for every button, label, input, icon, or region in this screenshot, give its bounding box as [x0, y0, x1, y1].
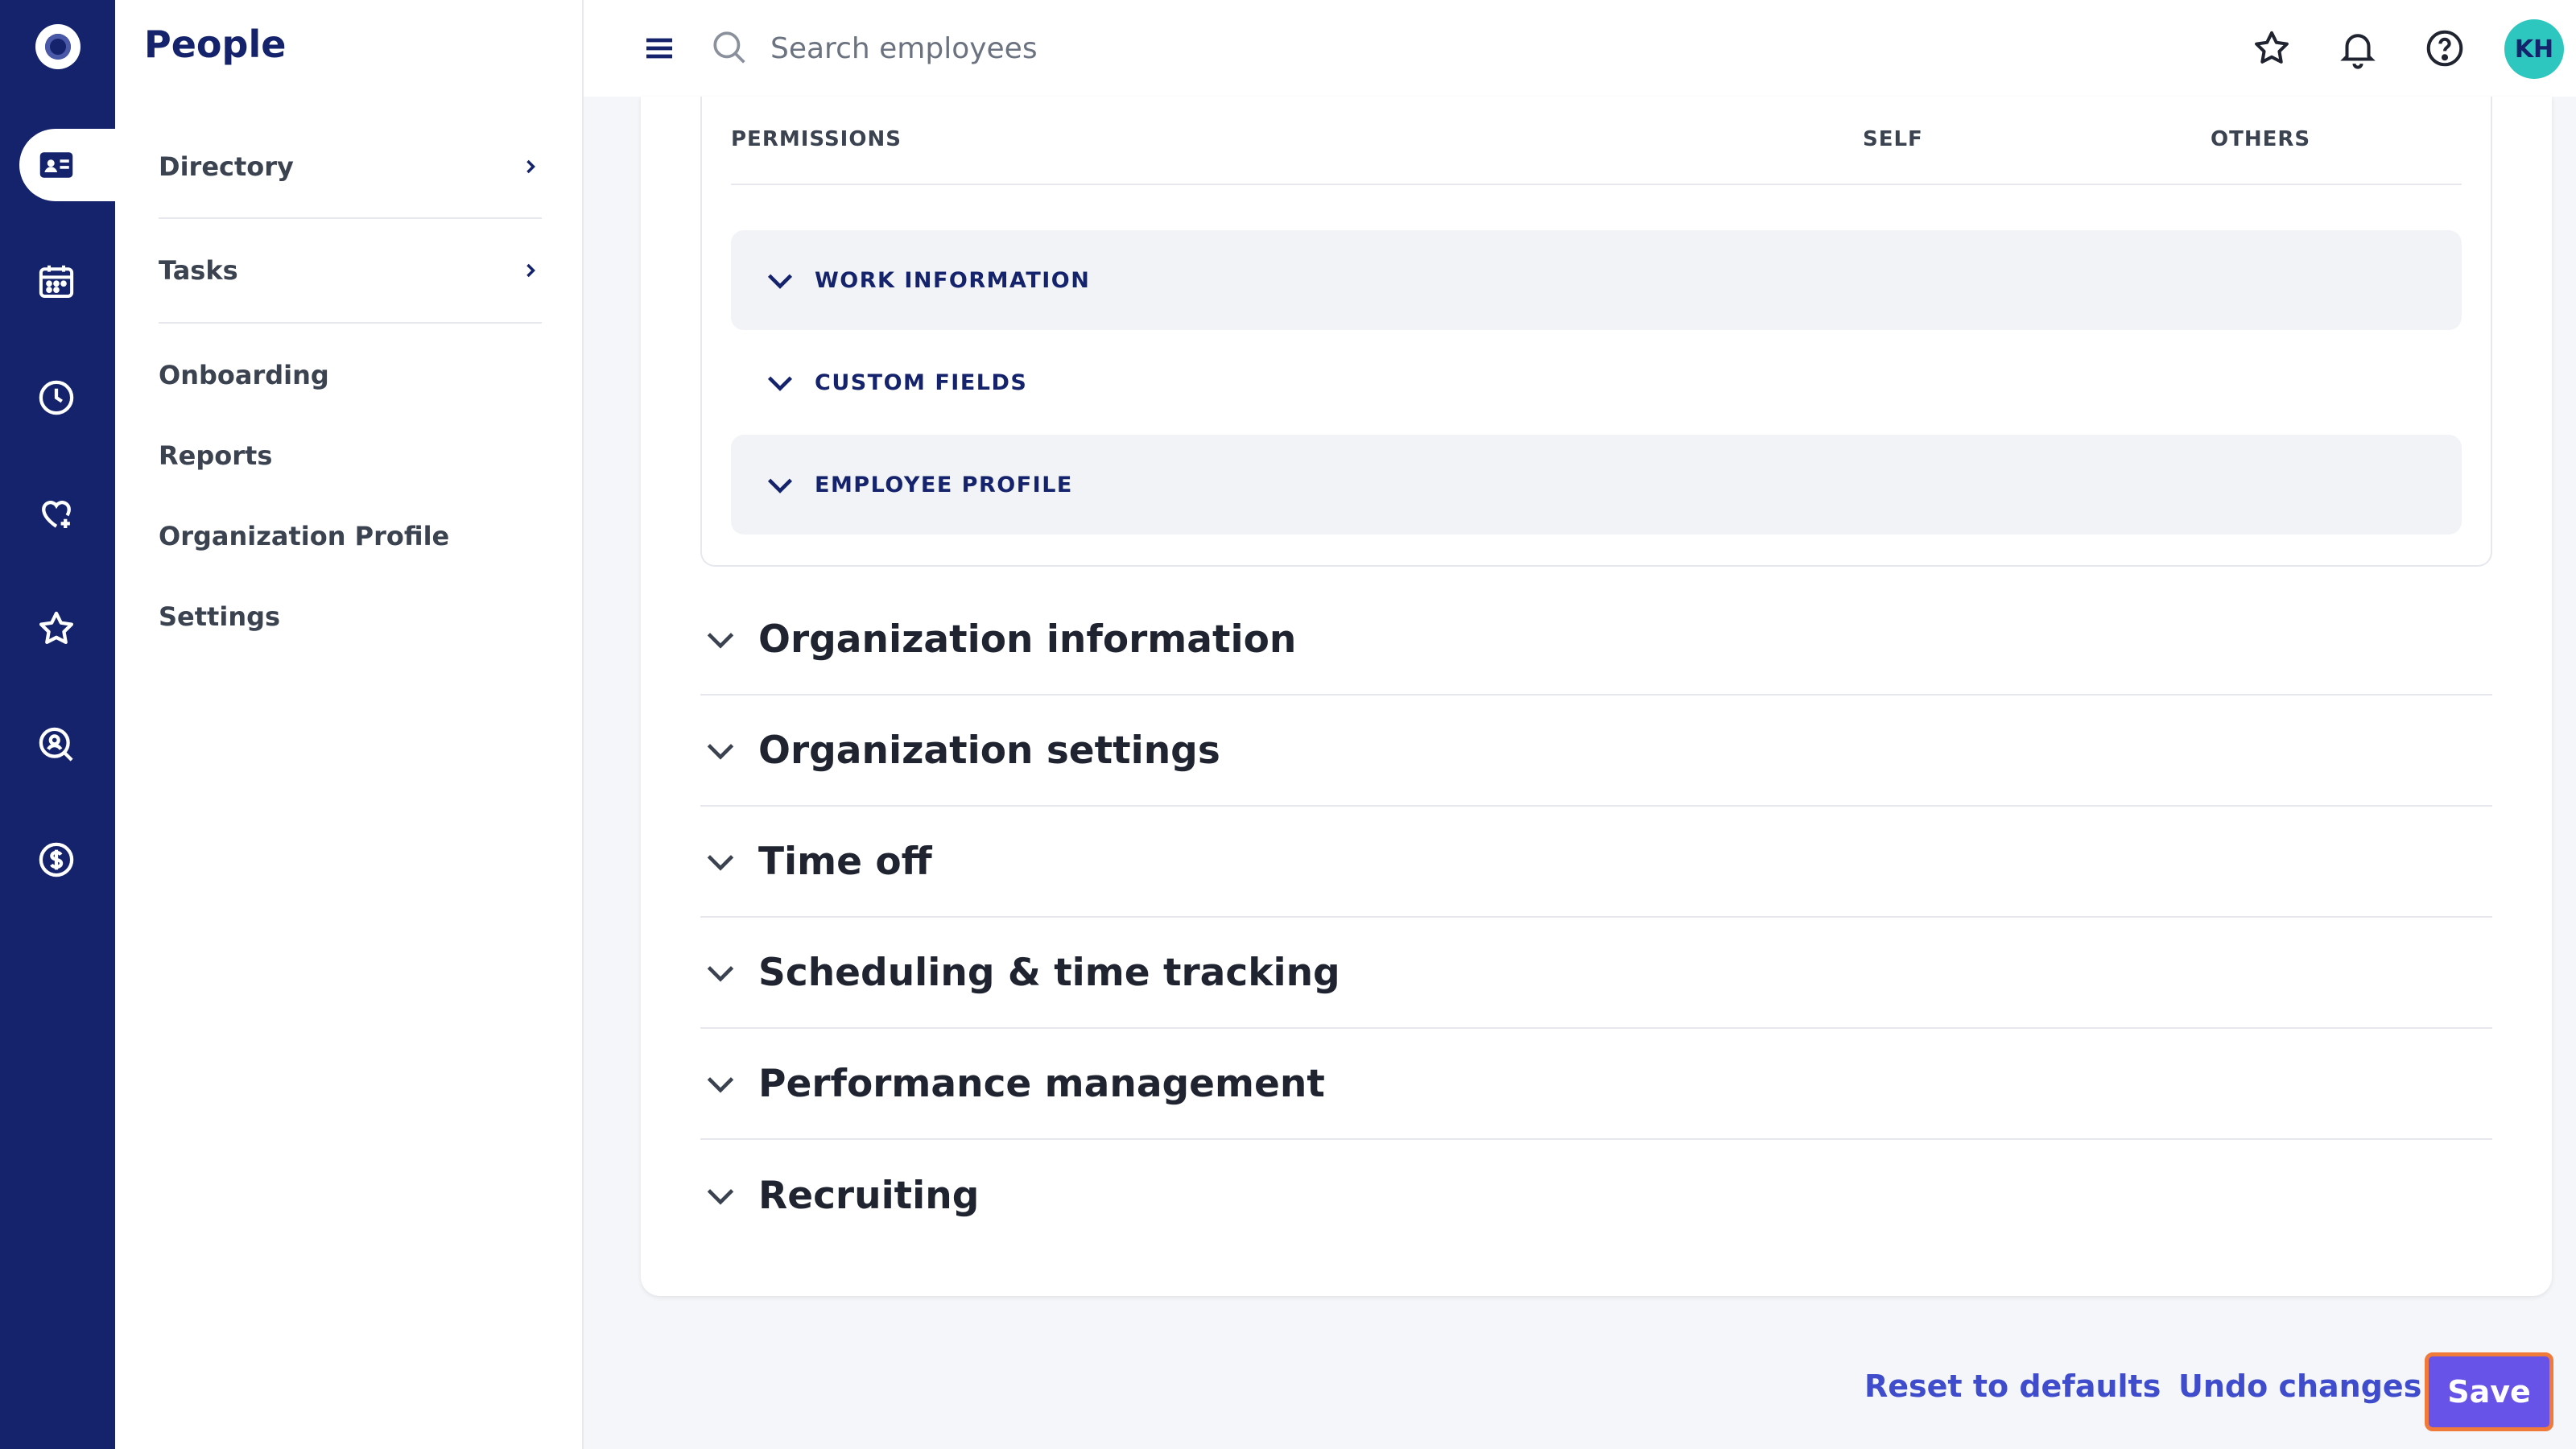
- dollar-icon: [39, 842, 74, 877]
- permissions-card: PERMISSIONS SELF OTHERS WORK INFORMATION…: [641, 97, 2552, 1296]
- permissions-box: PERMISSIONS SELF OTHERS WORK INFORMATION…: [700, 97, 2492, 567]
- permission-group-employee-profile[interactable]: EMPLOYEE PROFILE: [731, 435, 2462, 535]
- rail-item-benefits[interactable]: [31, 488, 82, 539]
- save-button[interactable]: Save: [2425, 1352, 2553, 1431]
- subnav-item-organization-profile[interactable]: Organization Profile: [159, 521, 542, 551]
- subnav-item-settings[interactable]: Settings: [159, 601, 542, 632]
- subnav-divider: [159, 217, 542, 219]
- chevron-down-icon: [767, 274, 793, 289]
- hamburger-menu-icon[interactable]: [640, 29, 679, 68]
- section-label: Organization settings: [758, 728, 1220, 773]
- section-label: Time off: [758, 839, 932, 884]
- subnav-item-onboarding[interactable]: Onboarding: [159, 360, 542, 390]
- subnav-item-reports[interactable]: Reports: [159, 440, 542, 471]
- subnav-item-label: Organization Profile: [159, 521, 450, 551]
- permission-group-work-information[interactable]: WORK INFORMATION: [731, 230, 2462, 330]
- top-bar: KH: [584, 0, 2576, 97]
- search-icon: [713, 31, 745, 64]
- search-person-icon: [39, 727, 73, 762]
- header-self: SELF: [1863, 127, 1923, 151]
- rail-item-payroll[interactable]: [31, 834, 82, 886]
- subnav-item-label: Directory: [159, 151, 294, 182]
- section-recruiting[interactable]: Recruiting: [700, 1140, 2492, 1251]
- permission-group-label: CUSTOM FIELDS: [815, 369, 1028, 395]
- header-others: OTHERS: [2211, 127, 2311, 151]
- chevron-down-icon: [707, 1189, 734, 1205]
- star-icon: [39, 611, 74, 645]
- calendar-icon: [39, 265, 74, 299]
- chevron-down-icon: [707, 744, 734, 760]
- people-icon: [39, 152, 73, 178]
- subnav-item-label: Reports: [159, 440, 273, 471]
- subnav-divider: [159, 322, 542, 324]
- section-label: Performance management: [758, 1061, 1325, 1106]
- section-time-off[interactable]: Time off: [700, 807, 2492, 918]
- secondary-nav: People Directory Tasks Onboarding Report…: [115, 0, 584, 1449]
- chevron-down-icon: [767, 478, 793, 493]
- section-title: People: [144, 23, 287, 66]
- undo-changes-button[interactable]: Undo changes: [2178, 1368, 2421, 1404]
- permission-group-label: EMPLOYEE PROFILE: [815, 472, 1073, 497]
- bell-icon: [2340, 34, 2376, 69]
- subnav-item-tasks[interactable]: Tasks: [159, 255, 542, 286]
- app-logo[interactable]: [35, 24, 80, 69]
- chevron-down-icon: [707, 966, 734, 982]
- subnav-item-label: Onboarding: [159, 360, 329, 390]
- chevron-right-icon: [526, 263, 535, 278]
- heart-icon: [42, 501, 71, 528]
- notifications-button[interactable]: [2334, 24, 2382, 72]
- rail-item-calendar[interactable]: [31, 256, 82, 308]
- chevron-down-icon: [707, 1077, 734, 1093]
- permission-group-label: WORK INFORMATION: [815, 267, 1091, 293]
- rail-item-performance[interactable]: [31, 603, 82, 654]
- app-rail: [0, 0, 122, 1449]
- section-label: Scheduling & time tracking: [758, 950, 1340, 995]
- search-input[interactable]: [770, 24, 1495, 72]
- user-avatar[interactable]: KH: [2504, 19, 2564, 79]
- chevron-down-icon: [707, 633, 734, 649]
- header-permissions: PERMISSIONS: [731, 127, 902, 151]
- section-organization-settings[interactable]: Organization settings: [700, 696, 2492, 807]
- section-performance-management[interactable]: Performance management: [700, 1029, 2492, 1140]
- section-label: Recruiting: [758, 1173, 980, 1218]
- reset-to-defaults-button[interactable]: Reset to defaults: [1864, 1368, 2161, 1404]
- chevron-down-icon: [767, 376, 793, 391]
- permissions-table-header: PERMISSIONS SELF OTHERS: [731, 127, 2462, 185]
- section-scheduling-time-tracking[interactable]: Scheduling & time tracking: [700, 918, 2492, 1029]
- section-label: Organization information: [758, 617, 1297, 662]
- subnav-item-directory[interactable]: Directory: [159, 151, 542, 182]
- clock-icon: [39, 380, 74, 415]
- permission-group-custom-fields[interactable]: CUSTOM FIELDS: [731, 332, 2462, 432]
- rail-item-recruiting[interactable]: [31, 719, 82, 770]
- rail-item-people[interactable]: [31, 139, 82, 191]
- subnav-item-label: Settings: [159, 601, 281, 632]
- help-icon: [2426, 30, 2463, 67]
- star-outline-icon: [2255, 31, 2289, 64]
- help-button[interactable]: [2421, 24, 2469, 72]
- subnav-item-label: Tasks: [159, 255, 238, 286]
- chevron-down-icon: [707, 855, 734, 871]
- section-organization-information[interactable]: Organization information: [700, 584, 2492, 696]
- rail-item-time[interactable]: [31, 372, 82, 423]
- favorites-button[interactable]: [2248, 24, 2296, 72]
- chevron-right-icon: [526, 159, 535, 174]
